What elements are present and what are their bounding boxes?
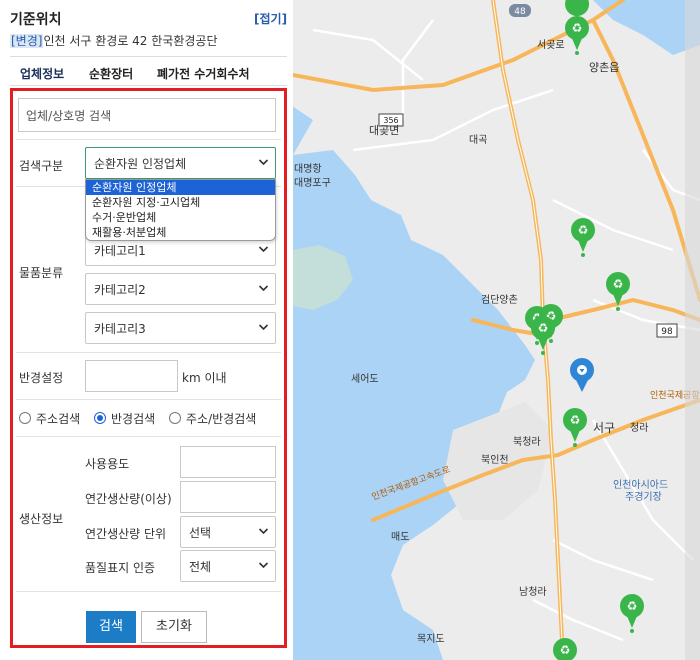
base-address: 인천 서구 환경로 42 한국환경공단 (43, 34, 218, 48)
quality-cert-value: 전체 (189, 560, 212, 574)
map-place-label: 남청라 (519, 586, 547, 598)
map-place-label: 매도 (391, 531, 409, 543)
chevron-down-icon (258, 320, 269, 334)
road-shield-48: 48 (509, 4, 531, 17)
map-place-label: 서곶로 (537, 39, 565, 51)
dropdown-option[interactable]: 수거·운반업체 (86, 210, 275, 225)
dropdown-option[interactable]: 순환자원 지정·고시업체 (86, 195, 275, 210)
radio-button[interactable] (169, 412, 181, 424)
tab-circular-market[interactable]: 순환장터 (89, 65, 133, 82)
quality-cert-label: 품질표지 인증 (85, 561, 156, 575)
divider (16, 139, 281, 140)
search-button[interactable]: 검색 (86, 611, 136, 643)
divider (16, 352, 281, 353)
road-number: 48 (514, 7, 526, 17)
category1-value: 카테고리1 (94, 244, 146, 258)
svg-text:♻: ♻ (613, 277, 624, 291)
category2-value: 카테고리2 (94, 283, 146, 297)
radio-button[interactable] (19, 412, 31, 424)
category3-value: 카테고리3 (94, 322, 146, 336)
svg-text:♻: ♻ (572, 21, 583, 35)
annual-output-input[interactable] (180, 481, 276, 513)
map-place-label: 양촌읍 (589, 61, 619, 74)
search-type-label: 검색구분 (19, 159, 64, 173)
tab-bar: 업체정보 순환장터 폐가전 수거회수처 (10, 56, 287, 86)
svg-text:♻: ♻ (627, 599, 638, 613)
map-place-label: 서구 (593, 421, 615, 435)
map-place-label: 대곡 (469, 134, 487, 146)
company-search-input[interactable]: 업체/상호명 검색 (18, 98, 276, 132)
svg-text:♻: ♻ (578, 223, 589, 237)
annual-unit-label: 연간생산량 단위 (85, 527, 167, 541)
svg-text:♻: ♻ (560, 643, 571, 657)
divider (16, 399, 281, 400)
reset-button[interactable]: 초기화 (141, 611, 207, 643)
divider (16, 591, 281, 592)
radius-label: 반경설정 (19, 371, 64, 385)
map-edge (685, 0, 700, 660)
radius-input[interactable] (85, 360, 178, 392)
map-view[interactable]: 48 356 98 서곶로 양촌읍 대곶면 대명항 대명포구 대곡 검단양촌 세… (293, 0, 700, 660)
map-canvas[interactable]: 48 356 98 서곶로 양촌읍 대곶면 대명항 대명포구 대곡 검단양촌 세… (293, 0, 700, 660)
dropdown-option[interactable]: 재활용·처분업체 (86, 225, 275, 240)
annual-output-label: 연간생산량(이상) (85, 492, 172, 506)
search-mode-group: 주소검색 반경검색 주소/반경검색 (19, 410, 266, 427)
category3-select[interactable]: 카테고리3 (85, 312, 276, 344)
map-place-label: 청라 (630, 422, 648, 434)
category-label: 물품분류 (19, 266, 64, 280)
chevron-down-icon (258, 155, 269, 169)
divider (16, 436, 281, 437)
chevron-down-icon (258, 281, 269, 295)
radius-unit: km 이내 (182, 371, 227, 385)
search-form: 업체/상호명 검색 검색구분 순환자원 인정업체 순환자원 인정업체 순환자원 … (10, 88, 287, 648)
radio-label: 주소/반경검색 (186, 412, 257, 426)
usage-input[interactable] (180, 446, 276, 478)
road-shield-98: 98 (656, 323, 678, 338)
map-place-label: 인천아시아드 (613, 479, 668, 491)
usage-label: 사용용도 (85, 457, 130, 471)
search-mode-radius[interactable]: 반경검색 (94, 410, 155, 427)
search-mode-address[interactable]: 주소검색 (19, 410, 80, 427)
chevron-down-icon (258, 242, 269, 256)
tab-appliance-collection[interactable]: 폐가전 수거회수처 (157, 65, 250, 82)
tab-company-info[interactable]: 업체정보 (20, 65, 64, 82)
annual-unit-value: 선택 (189, 526, 212, 540)
map-place-label: 북청라 (513, 436, 541, 448)
map-place-label: 목지도 (417, 633, 445, 645)
map-place-label: 대명항 (294, 163, 322, 175)
radio-button[interactable] (94, 412, 106, 424)
road-number: 98 (661, 327, 673, 337)
search-panel: 기준위치 [접기] [변경]인천 서구 환경로 42 한국환경공단 업체정보 순… (0, 0, 293, 660)
map-place-label: 주경기장 (625, 490, 662, 503)
map-place-label: 세어도 (351, 373, 379, 385)
map-place-label: 북인천 (481, 454, 509, 466)
search-mode-both[interactable]: 주소/반경검색 (169, 410, 256, 427)
base-location: [변경]인천 서구 환경로 42 한국환경공단 (10, 32, 218, 49)
search-type-select[interactable]: 순환자원 인정업체 (85, 147, 276, 179)
radio-label: 반경검색 (111, 412, 156, 426)
quality-cert-select[interactable]: 전체 (180, 550, 276, 582)
map-place-label: 대명포구 (294, 177, 331, 189)
search-type-value: 순환자원 인정업체 (94, 157, 187, 171)
map-place-label: 검단양촌 (481, 294, 518, 306)
map-place-label: 대곶면 (369, 124, 399, 137)
change-location-link[interactable]: [변경] (10, 34, 44, 48)
category2-select[interactable]: 카테고리2 (85, 273, 276, 305)
dropdown-option[interactable]: 순환자원 인정업체 (86, 180, 275, 195)
svg-text:♻: ♻ (538, 321, 549, 335)
chevron-down-icon (258, 558, 269, 572)
chevron-down-icon (258, 524, 269, 538)
panel-title: 기준위치 (10, 12, 62, 28)
search-type-dropdown: 순환자원 인정업체 순환자원 지정·고시업체 수거·운반업체 재활용·처분업체 (85, 179, 276, 241)
radio-label: 주소검색 (36, 412, 81, 426)
fold-button[interactable]: [접기] (254, 10, 287, 27)
annual-unit-select[interactable]: 선택 (180, 516, 276, 548)
svg-text:♻: ♻ (570, 413, 581, 427)
production-label: 생산정보 (19, 512, 64, 526)
